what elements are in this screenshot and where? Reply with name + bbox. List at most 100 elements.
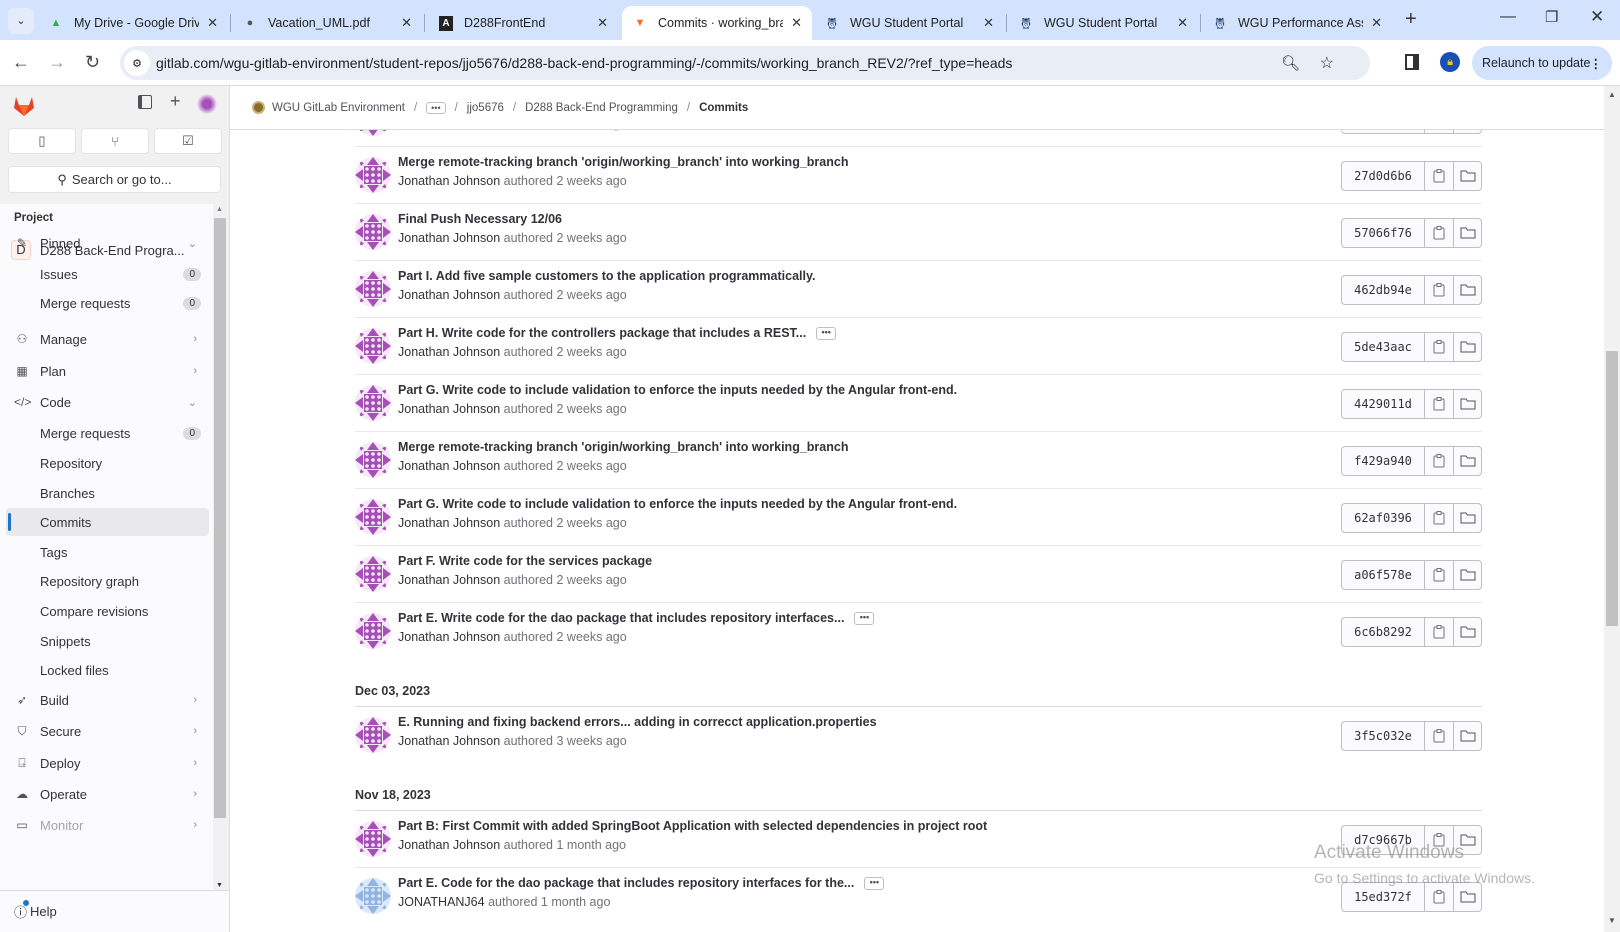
copy-sha-button[interactable] [1425, 722, 1453, 750]
copy-sha-button[interactable] [1425, 276, 1453, 304]
minimize-button[interactable]: — [1500, 8, 1516, 26]
commit-title-link[interactable]: Part E. Write code for the dao package t… [398, 611, 844, 625]
sidebar-item-manage[interactable]: ⚇ Manage › [6, 325, 209, 353]
close-tab-icon[interactable]: ✕ [1371, 15, 1382, 31]
copy-sha-button[interactable] [1425, 219, 1453, 247]
commit-sha-link[interactable]: 15ed372f [1342, 883, 1425, 911]
sidebar-item-operate[interactable]: ☁ Operate › [6, 780, 209, 808]
author-name-link[interactable]: Jonathan Johnson [398, 459, 500, 473]
extension-lock-icon[interactable]: 🔒︎ [1440, 52, 1460, 72]
tab-search-button[interactable]: ⌄ [8, 8, 34, 34]
commit-title-link[interactable]: E. Running and fixing backend errors... … [398, 715, 877, 729]
author-avatar[interactable] [355, 878, 391, 914]
author-avatar[interactable] [355, 821, 391, 857]
commit-sha-link[interactable]: 6c6b8292 [1342, 618, 1425, 646]
commit-sha-link[interactable]: 4429011d [1342, 390, 1425, 418]
author-name-link[interactable]: Jonathan Johnson [398, 231, 500, 245]
browse-files-button[interactable] [1453, 618, 1481, 646]
commit-title-link[interactable]: Part F. Write code for the services pack… [398, 554, 652, 568]
expand-description-button[interactable]: ••• [864, 877, 885, 891]
browse-files-button[interactable] [1453, 447, 1481, 475]
expand-description-button[interactable]: ••• [816, 327, 837, 341]
commit-sha-link[interactable]: f429a940 [1342, 447, 1425, 475]
close-tab-icon[interactable]: ✕ [983, 15, 994, 31]
author-name-link[interactable]: Jonathan Johnson [398, 174, 500, 188]
browse-files-button[interactable] [1453, 561, 1481, 589]
author-name-link[interactable]: Jonathan Johnson [398, 838, 500, 852]
url-text[interactable]: gitlab.com/wgu-gitlab-environment/studen… [156, 55, 1012, 71]
browse-files-button[interactable] [1453, 883, 1481, 911]
help-button[interactable]: ⓘ Help [0, 890, 229, 932]
author-name-link[interactable]: Jonathan Johnson [398, 573, 500, 587]
expand-description-button[interactable]: ••• [854, 612, 875, 626]
commit-sha-link[interactable]: 3f5c032e [1342, 722, 1425, 750]
sidebar-item-repository[interactable]: Repository [6, 449, 209, 477]
browser-tab[interactable]: 🦉︎ WGU Performance Assessment ✕ [1202, 6, 1392, 40]
collapse-sidebar-icon[interactable] [138, 95, 152, 109]
browser-tab[interactable]: A D288FrontEnd ✕ [428, 6, 618, 40]
sidebar-item-commits[interactable]: Commits [6, 508, 209, 536]
todos-shortcut-button[interactable]: ☑ [154, 128, 222, 154]
browse-files-button[interactable] [1453, 722, 1481, 750]
sidebar-item-build[interactable]: ➶ Build › [6, 686, 209, 714]
sidebar-item-code[interactable]: </> Code ⌄ [6, 388, 209, 416]
author-avatar[interactable] [355, 157, 391, 193]
copy-sha-button[interactable] [1425, 561, 1453, 589]
page-scroll-thumb[interactable] [1606, 351, 1618, 626]
commit-title-link[interactable]: Part H. Write code for the controllers p… [398, 326, 806, 340]
author-avatar[interactable] [355, 499, 391, 535]
breadcrumb-project[interactable]: D288 Back-End Programming [525, 102, 678, 114]
gitlab-logo-icon[interactable] [12, 95, 36, 117]
author-name-link[interactable]: JONATHANJ64 [398, 895, 485, 909]
copy-sha-button[interactable] [1425, 162, 1453, 190]
sidebar-item-tags[interactable]: Tags [6, 538, 209, 566]
commit-title-link[interactable]: Part I. Add five sample customers to the… [398, 269, 815, 283]
browser-tab[interactable]: ▲ My Drive - Google Drive ✕ [38, 6, 228, 40]
author-avatar[interactable] [355, 717, 391, 753]
bookmark-star-icon[interactable]: ☆ [1320, 53, 1334, 73]
author-avatar[interactable] [355, 385, 391, 421]
sidebar-item-secure[interactable]: ⛉ Secure › [6, 717, 209, 745]
sidebar-item-plan[interactable]: ▦ Plan › [6, 357, 209, 385]
sidebar-scrollbar[interactable]: ▲ ▼ [213, 204, 227, 894]
commit-sha-link[interactable]: a06f578e [1342, 561, 1425, 589]
sidebar-item-snippets[interactable]: Snippets [6, 627, 209, 655]
close-window-button[interactable]: ✕ [1590, 7, 1604, 27]
sidebar-scroll-thumb[interactable] [214, 218, 226, 818]
copy-sha-button[interactable] [1425, 883, 1453, 911]
zoom-icon[interactable]: 🔍︎ [1281, 54, 1300, 72]
copy-sha-button[interactable] [1425, 618, 1453, 646]
breadcrumb-more-button[interactable]: ••• [426, 101, 446, 114]
author-name-link[interactable]: Jonathan Johnson [398, 516, 500, 530]
url-bar[interactable]: ⚙ gitlab.com/wgu-gitlab-environment/stud… [120, 46, 1370, 80]
author-name-link[interactable]: Jonathan Johnson [398, 630, 500, 644]
close-tab-icon[interactable]: ✕ [791, 15, 802, 31]
author-avatar[interactable] [355, 442, 391, 478]
commit-sha-link[interactable]: 57066f76 [1342, 219, 1425, 247]
commit-title-link[interactable]: Final Push Necessary 12/06 [398, 212, 562, 226]
browse-files-button[interactable] [1453, 504, 1481, 532]
sidebar-item-monitor[interactable]: ▭ Monitor › [6, 811, 209, 839]
back-icon[interactable]: ← [12, 52, 30, 73]
menu-kebab-icon[interactable]: ⋮ [1590, 56, 1603, 71]
author-avatar[interactable] [355, 271, 391, 307]
commit-title-link[interactable]: Part G. Write code to include validation… [398, 383, 957, 397]
browse-files-button[interactable] [1453, 333, 1481, 361]
author-avatar[interactable] [355, 613, 391, 649]
restore-button[interactable]: ❐ [1545, 8, 1558, 26]
forward-icon[interactable]: → [48, 52, 66, 73]
side-panel-icon[interactable] [1405, 54, 1419, 70]
breadcrumb-group[interactable]: WGU GitLab Environment [272, 102, 405, 114]
author-avatar[interactable] [355, 328, 391, 364]
browse-files-button[interactable] [1453, 390, 1481, 418]
author-name-link[interactable]: Jonathan Johnson [398, 288, 500, 302]
copy-sha-button[interactable] [1425, 390, 1453, 418]
commit-title-link[interactable]: Merge remote-tracking branch 'origin/wor… [398, 440, 848, 454]
search-button[interactable]: ⚲ Search or go to... [8, 166, 221, 193]
browser-tab[interactable]: 🦉︎ WGU Student Portal ✕ [1008, 6, 1198, 40]
close-tab-icon[interactable]: ✕ [401, 15, 412, 31]
author-avatar[interactable] [355, 556, 391, 592]
sidebar-item-deploy[interactable]: ⍈ Deploy › [6, 749, 209, 777]
copy-sha-button[interactable] [1425, 504, 1453, 532]
close-tab-icon[interactable]: ✕ [1177, 15, 1188, 31]
